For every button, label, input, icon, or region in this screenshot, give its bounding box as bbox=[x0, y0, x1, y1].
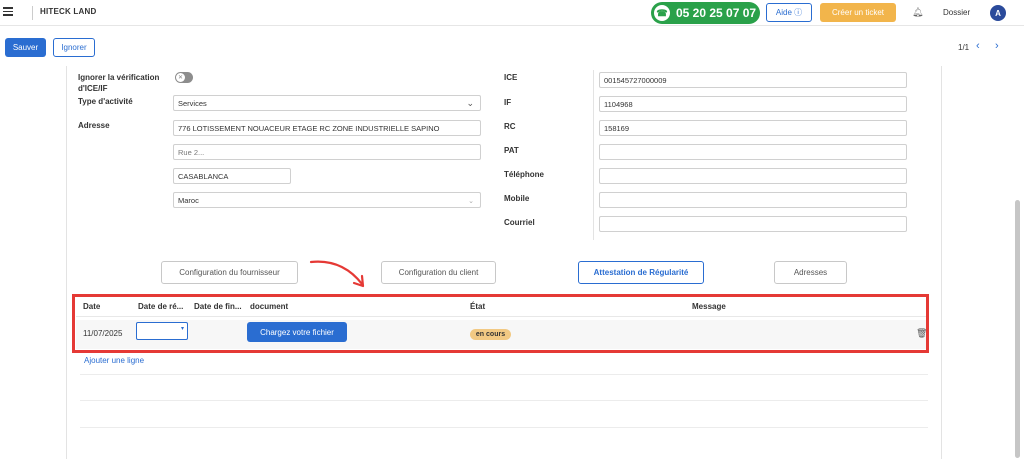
activity-label: Type d'activité bbox=[78, 97, 133, 106]
if-value: 1104968 bbox=[604, 99, 633, 109]
pat-label: PAT bbox=[504, 146, 519, 155]
email-field[interactable] bbox=[599, 216, 907, 232]
row-divider bbox=[80, 400, 928, 401]
chevron-down-icon: ⌄ bbox=[468, 198, 474, 205]
ignore-ice-toggle[interactable]: ✕ bbox=[175, 72, 193, 83]
bell-icon[interactable]: 🔔︎ bbox=[912, 7, 923, 18]
activity-value: Services bbox=[178, 98, 207, 108]
menu-icon[interactable] bbox=[3, 7, 13, 16]
address-label: Adresse bbox=[78, 121, 110, 130]
pager-count: 1/1 bbox=[958, 43, 970, 52]
close-icon: ✕ bbox=[176, 73, 185, 82]
mobile-field[interactable] bbox=[599, 192, 907, 208]
rc-label: RC bbox=[504, 122, 516, 131]
chevron-right-icon[interactable]: › bbox=[995, 40, 999, 52]
ice-field[interactable]: 001545727000009 bbox=[599, 72, 907, 88]
ice-label: ICE bbox=[504, 73, 518, 82]
annotation-arrow bbox=[309, 260, 365, 288]
activity-select[interactable]: Services ⌄ bbox=[173, 95, 481, 111]
ignore-button[interactable]: Ignorer bbox=[53, 38, 95, 57]
tab-client-config[interactable]: Configuration du client bbox=[381, 261, 496, 284]
help-button[interactable]: Aide ⓘ bbox=[766, 3, 812, 22]
phone-label: Téléphone bbox=[504, 170, 545, 179]
save-button[interactable]: Sauver bbox=[5, 38, 46, 57]
rc-value: 158169 bbox=[604, 123, 630, 133]
address-line2-field[interactable]: Rue 2... bbox=[173, 144, 481, 160]
folder-menu[interactable]: Dossier bbox=[943, 8, 970, 17]
country-value: Maroc bbox=[178, 195, 199, 205]
chevron-left-icon[interactable]: ‹ bbox=[976, 40, 980, 52]
row-divider bbox=[80, 374, 928, 375]
tab-regularity-certificate[interactable]: Attestation de Régularité bbox=[578, 261, 704, 284]
phone-field[interactable] bbox=[599, 168, 907, 184]
top-bar: HITECK LAND ☎ 05 20 25 07 07 Aide ⓘ Crée… bbox=[0, 0, 1024, 26]
if-label: IF bbox=[504, 98, 512, 107]
pat-field[interactable] bbox=[599, 144, 907, 160]
if-field[interactable]: 1104968 bbox=[599, 96, 907, 112]
ice-value: 001545727000009 bbox=[604, 75, 667, 85]
tab-supplier-config[interactable]: Configuration du fournisseur bbox=[161, 261, 298, 284]
city-value: CASABLANCA bbox=[178, 171, 229, 181]
divider bbox=[32, 6, 33, 20]
column-divider bbox=[593, 70, 594, 240]
row-divider bbox=[80, 427, 928, 428]
address-line1-field[interactable]: 776 LOTISSEMENT NOUACEUR ETAGE RC ZONE I… bbox=[173, 120, 481, 136]
mobile-label: Mobile bbox=[504, 194, 530, 203]
phone-support-button[interactable]: ☎ 05 20 25 07 07 bbox=[651, 2, 760, 24]
address-line1-value: 776 LOTISSEMENT NOUACEUR ETAGE RC ZONE I… bbox=[178, 123, 440, 133]
company-name: HITECK LAND bbox=[40, 7, 97, 16]
highlight-box bbox=[72, 294, 929, 353]
add-line-link[interactable]: Ajouter une ligne bbox=[84, 356, 144, 365]
create-ticket-button[interactable]: Créer un ticket bbox=[820, 3, 896, 22]
phone-number: 05 20 25 07 07 bbox=[676, 6, 757, 20]
address-line2-placeholder: Rue 2... bbox=[178, 147, 205, 157]
chevron-down-icon: ⌄ bbox=[466, 98, 474, 108]
email-label: Courriel bbox=[504, 218, 535, 227]
avatar[interactable]: A bbox=[990, 5, 1006, 21]
country-select[interactable]: Maroc ⌄ bbox=[173, 192, 481, 208]
scrollbar[interactable] bbox=[1015, 200, 1020, 458]
ignore-ice-label: Ignorer la vérification d'ICE/IF bbox=[78, 73, 160, 93]
rc-field[interactable]: 158169 bbox=[599, 120, 907, 136]
city-field[interactable]: CASABLANCA bbox=[173, 168, 291, 184]
headset-icon: ☎ bbox=[654, 5, 670, 21]
tab-addresses[interactable]: Adresses bbox=[774, 261, 847, 284]
